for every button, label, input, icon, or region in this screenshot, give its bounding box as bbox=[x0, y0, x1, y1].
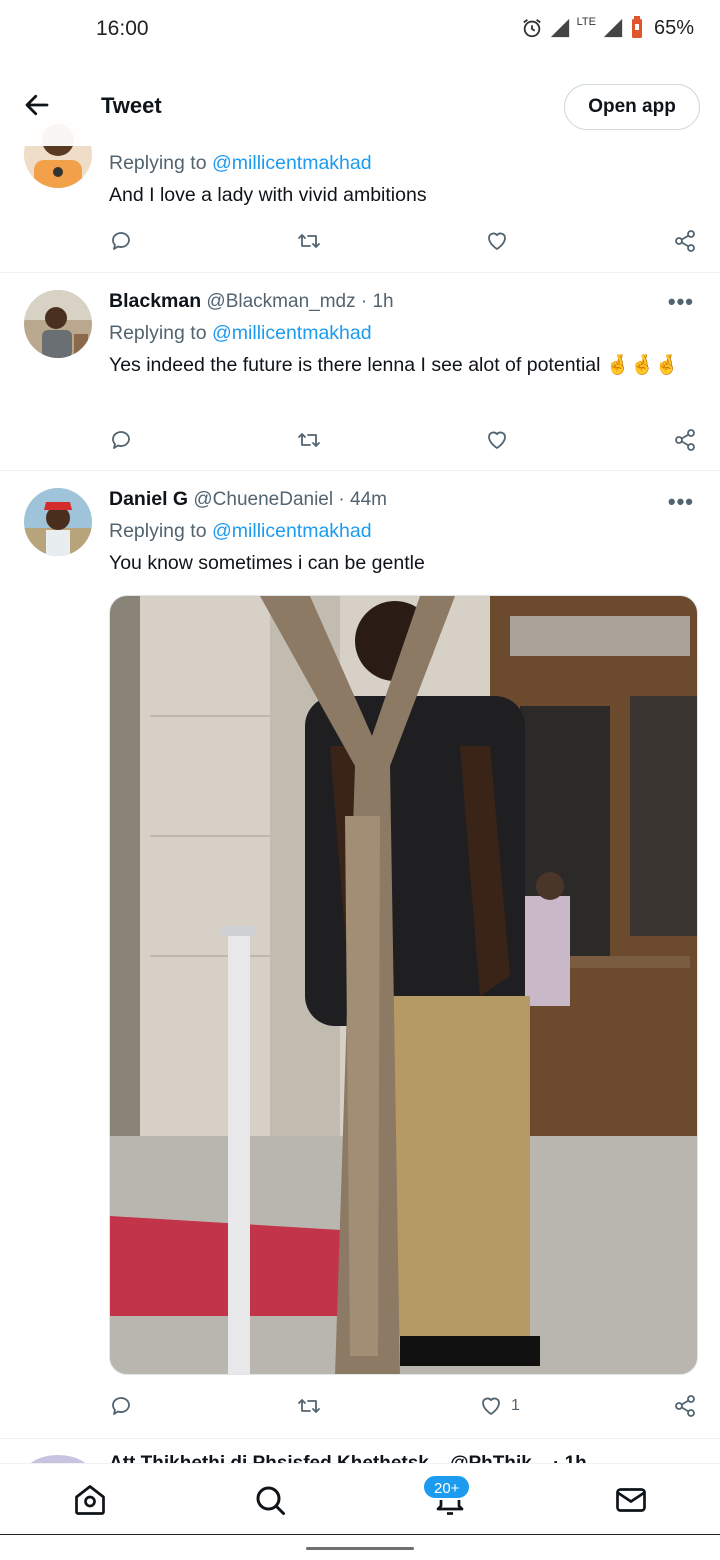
user-handle[interactable]: @Blackman_mdz bbox=[206, 291, 355, 312]
retweet-button[interactable] bbox=[297, 425, 321, 455]
alarm-icon bbox=[522, 19, 541, 38]
like-icon bbox=[488, 431, 506, 449]
replying-to: Replying to @millicentmakhad bbox=[109, 520, 372, 543]
more-icon[interactable]: ••• bbox=[668, 489, 694, 515]
replying-to-label: Replying to bbox=[109, 322, 207, 344]
like-button[interactable] bbox=[485, 226, 509, 256]
display-name[interactable]: Daniel G bbox=[109, 488, 188, 510]
tweet-text: Yes indeed the future is there lenna I s… bbox=[109, 354, 679, 376]
mention-link[interactable]: @millicentmakhad bbox=[212, 520, 372, 542]
mention-link[interactable]: @millicentmakhad bbox=[212, 322, 372, 344]
retweet-icon bbox=[298, 1399, 320, 1413]
battery-icon bbox=[631, 16, 642, 38]
tweet-time: · 1h bbox=[360, 291, 394, 312]
tweet-actions: 1 bbox=[109, 1391, 699, 1421]
tweet-actions bbox=[109, 226, 699, 256]
messages-icon[interactable] bbox=[613, 1482, 649, 1518]
signal-icon bbox=[603, 18, 623, 38]
share-icon bbox=[675, 1395, 695, 1417]
gesture-bar bbox=[0, 1535, 720, 1560]
gesture-handle[interactable] bbox=[306, 1547, 414, 1550]
back-arrow-icon[interactable] bbox=[22, 90, 52, 120]
status-bar: 16:00 LTE 65% bbox=[0, 0, 720, 62]
signal-icon bbox=[550, 18, 569, 38]
search-icon[interactable] bbox=[252, 1482, 288, 1518]
reply-button[interactable] bbox=[109, 425, 133, 455]
reply-icon bbox=[112, 232, 130, 250]
retweet-icon bbox=[298, 234, 320, 248]
battery-percent: 65% bbox=[653, 16, 694, 39]
user-handle[interactable]: @ChueneDaniel bbox=[193, 489, 333, 510]
tweet-media-photo[interactable] bbox=[109, 595, 698, 1375]
open-app-button[interactable]: Open app bbox=[564, 84, 700, 130]
tweet-header: Blackman @Blackman_mdz · 1h bbox=[109, 290, 394, 313]
retweet-button[interactable] bbox=[297, 1391, 321, 1421]
like-button[interactable] bbox=[485, 425, 509, 455]
home-icon[interactable] bbox=[72, 1482, 108, 1518]
like-icon bbox=[482, 1397, 500, 1415]
tweet[interactable]: Blackman @Blackman_mdz · 1h ••• Replying… bbox=[0, 273, 720, 471]
page-title: Tweet bbox=[101, 93, 162, 118]
like-button[interactable]: 1 bbox=[479, 1391, 520, 1421]
reply-button[interactable] bbox=[109, 226, 133, 256]
reply-icon bbox=[112, 1397, 130, 1415]
tweet-text: You know sometimes i can be gentle bbox=[109, 552, 425, 574]
display-name[interactable]: Blackman bbox=[109, 290, 201, 312]
like-icon bbox=[488, 232, 506, 250]
share-icon bbox=[675, 429, 695, 451]
retweet-button[interactable] bbox=[297, 226, 321, 256]
replying-to: Replying to @millicentmakhad bbox=[109, 322, 372, 345]
mention-link[interactable]: @millicentmakhad bbox=[212, 152, 372, 174]
avatar[interactable] bbox=[24, 488, 92, 556]
notifications-badge: 20+ bbox=[422, 1474, 472, 1500]
tweet-text: And I love a lady with vivid ambitions bbox=[109, 184, 427, 206]
more-icon[interactable]: ••• bbox=[668, 289, 694, 315]
tweet-header: Daniel G @ChueneDaniel · 44m bbox=[109, 488, 387, 511]
status-icons: LTE 65% bbox=[521, 16, 694, 40]
status-time: 16:00 bbox=[96, 17, 149, 40]
network-label: LTE bbox=[576, 16, 596, 28]
tweet-actions bbox=[109, 425, 699, 455]
like-count: 1 bbox=[511, 1397, 520, 1414]
tweet-time: · 44m bbox=[338, 489, 387, 510]
reply-button[interactable] bbox=[109, 1391, 133, 1421]
reply-icon bbox=[112, 431, 130, 449]
share-button[interactable] bbox=[673, 1391, 697, 1421]
retweet-icon bbox=[298, 433, 320, 447]
avatar[interactable] bbox=[24, 290, 92, 358]
share-button[interactable] bbox=[673, 425, 697, 455]
replying-to-label: Replying to bbox=[109, 152, 207, 174]
share-button[interactable] bbox=[673, 226, 697, 256]
bottom-navigation: 20+ bbox=[0, 1463, 720, 1535]
replying-to: Replying to @millicentmakhad bbox=[109, 152, 372, 175]
replying-to-label: Replying to bbox=[109, 520, 207, 542]
photo-illustration bbox=[110, 596, 697, 1374]
share-icon bbox=[675, 230, 695, 252]
top-app-bar: Tweet Open app bbox=[0, 62, 720, 146]
